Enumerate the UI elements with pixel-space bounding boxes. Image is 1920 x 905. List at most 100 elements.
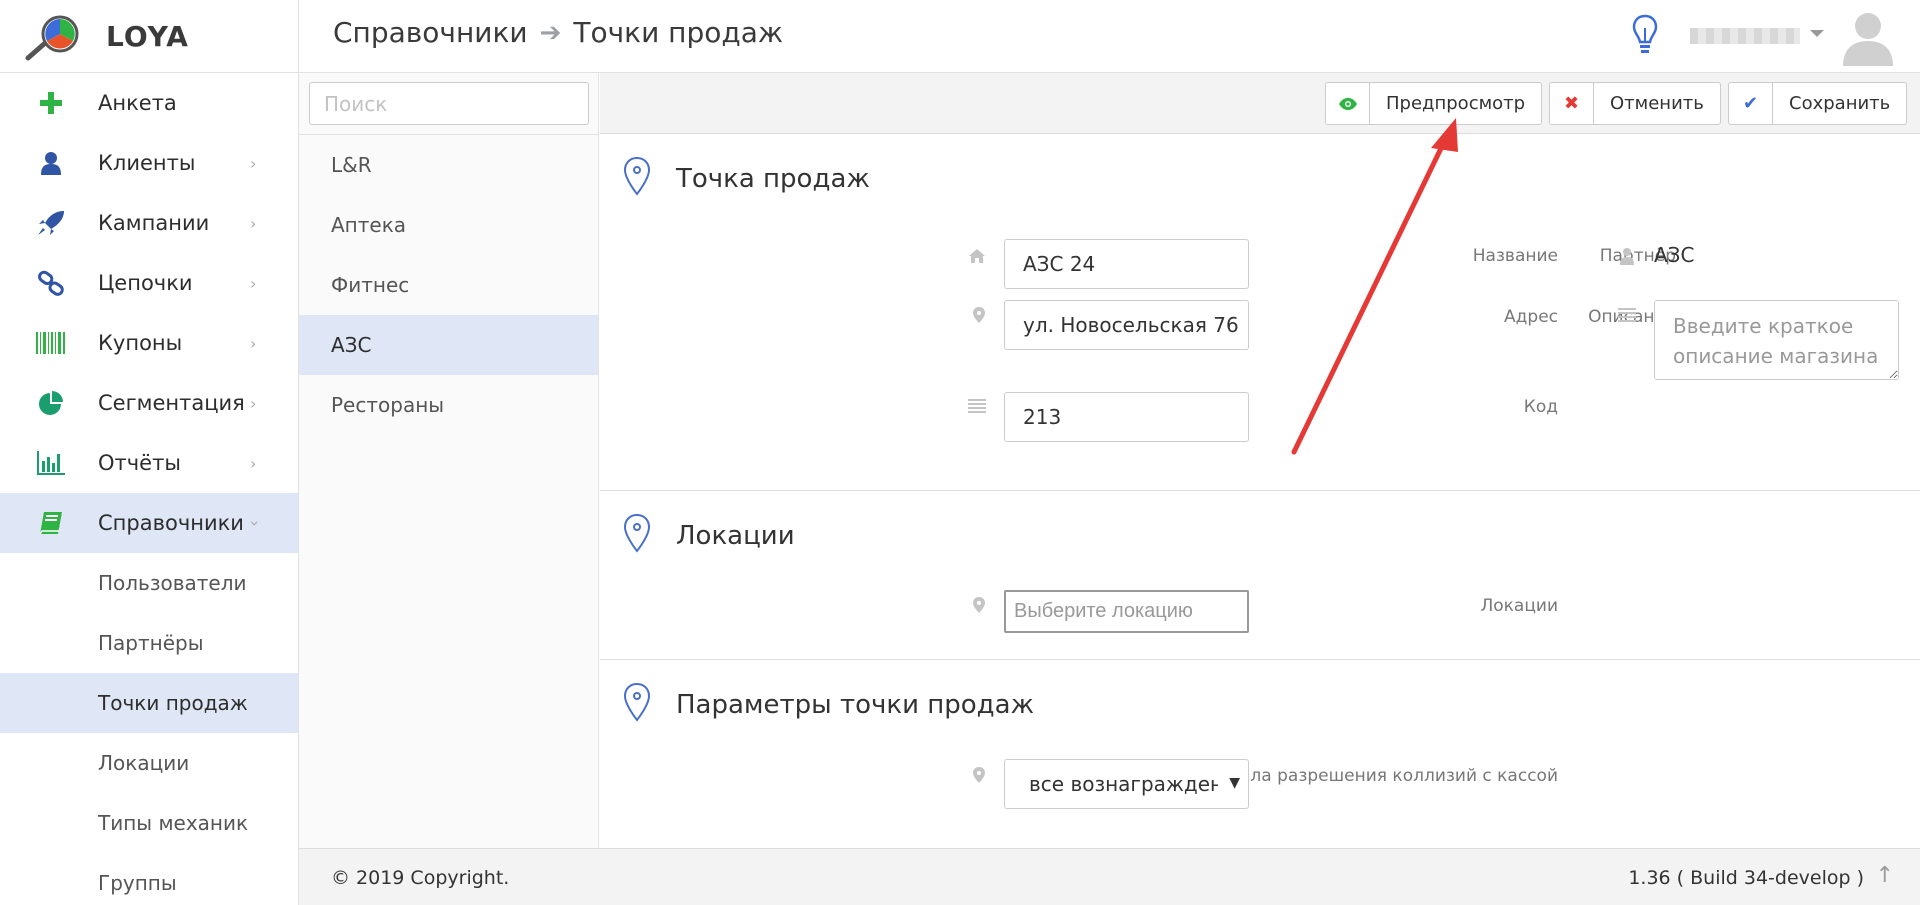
list-item[interactable]: Рестораны — [299, 375, 598, 435]
pie-chart-icon — [36, 390, 66, 416]
breadcrumb-item-directories[interactable]: Справочники — [333, 16, 528, 49]
plus-icon — [36, 90, 66, 116]
section-parameters: Параметры точки продаж Правила разрешени… — [600, 660, 1920, 848]
list-lines-icon — [1618, 308, 1636, 322]
partner-value: АЗС — [1654, 243, 1695, 267]
lightbulb-icon[interactable] — [1632, 14, 1658, 56]
map-marker-icon — [973, 307, 985, 323]
sidebar-item-label: Справочники — [98, 511, 244, 535]
user-name-blurred[interactable] — [1690, 28, 1800, 44]
sidebar-item-reports[interactable]: Отчёты › — [0, 433, 298, 493]
preview-button-label: Предпросмотр — [1386, 93, 1526, 114]
cancel-button[interactable]: ✖ Отменить — [1549, 82, 1721, 125]
sidebar-item-chains[interactable]: Цепочки › — [0, 253, 298, 313]
app-name: LOYA — [106, 20, 189, 53]
locations-label: Локации — [1480, 596, 1558, 616]
toolbar: Предпросмотр ✖ Отменить ✔ Сохранить — [600, 73, 1920, 134]
save-button-label: Сохранить — [1789, 93, 1891, 114]
chevron-right-icon: › — [250, 454, 257, 473]
book-icon — [36, 510, 66, 536]
bar-chart-icon — [36, 450, 66, 476]
chevron-down-icon[interactable] — [1810, 30, 1824, 37]
arrow-up-icon[interactable]: ↑ — [1876, 863, 1894, 888]
save-button[interactable]: ✔ Сохранить — [1728, 82, 1908, 125]
sidebar-subitem-partners[interactable]: Партнёры — [0, 613, 298, 673]
home-icon — [969, 249, 985, 263]
barcode-icon — [36, 330, 66, 356]
chevron-down-icon: › — [245, 520, 265, 527]
sidebar-item-label: Анкета — [98, 91, 177, 115]
search-input[interactable] — [309, 82, 589, 125]
eye-icon — [1326, 83, 1370, 124]
copyright-text: © 2019 Copyright. — [331, 867, 510, 889]
sidebar-subitem-locations[interactable]: Локации — [0, 733, 298, 793]
section-title: Локации — [676, 521, 795, 551]
chevron-right-icon: › — [250, 154, 257, 173]
preview-button[interactable]: Предпросмотр — [1325, 82, 1543, 125]
collision-rules-value: все вознагражден — [1029, 772, 1218, 796]
breadcrumb-item-current: Точки продаж — [573, 16, 784, 49]
map-marker-icon — [973, 597, 985, 613]
section-title: Точка продаж — [676, 164, 870, 194]
list-item[interactable]: Аптека — [299, 195, 598, 255]
section-locations: Локации Локации — [600, 491, 1920, 660]
partner-list-panel: L&R Аптека Фитнес АЗС Рестораны — [299, 73, 599, 848]
user-icon — [36, 150, 66, 176]
sidebar-item-segmentation[interactable]: Сегментация › — [0, 373, 298, 433]
chevron-right-icon: › — [250, 274, 257, 293]
list-item[interactable]: L&R — [299, 135, 598, 195]
avatar[interactable] — [1840, 8, 1896, 66]
chevron-right-icon: › — [250, 214, 257, 233]
partner-list: L&R Аптека Фитнес АЗС Рестораны — [299, 134, 598, 435]
close-icon: ✖ — [1550, 83, 1594, 124]
address-field[interactable] — [1004, 300, 1249, 350]
code-label: Код — [1523, 397, 1558, 417]
section-sale-point: Точка продаж Название Адрес Код Партнёр … — [600, 134, 1920, 491]
user-icon — [1620, 248, 1634, 265]
sidebar-subitem-mechanic-types[interactable]: Типы механик — [0, 793, 298, 853]
top-header: LOYA Справочники ➔ Точки продаж — [0, 0, 1920, 73]
check-icon: ✔ — [1729, 83, 1773, 124]
cancel-button-label: Отменить — [1610, 93, 1704, 114]
sidebar-item-questionnaire[interactable]: Анкета — [0, 73, 298, 133]
map-marker-icon — [623, 513, 651, 553]
sidebar-subitem-sale-points[interactable]: Точки продаж — [0, 673, 298, 733]
map-marker-icon — [973, 767, 985, 783]
sidebar-item-label: Цепочки — [98, 271, 193, 295]
collision-rules-select[interactable]: все вознагражден ▼ — [1004, 759, 1249, 809]
sidebar-item-label: Купоны — [98, 331, 183, 355]
sidebar-subitem-groups[interactable]: Группы — [0, 853, 298, 905]
sidebar-item-label: Кампании — [98, 211, 210, 235]
sidebar-item-label: Клиенты — [98, 151, 196, 175]
link-icon — [36, 270, 66, 296]
version-text: 1.36 ( Build 34-develop ) — [1628, 867, 1864, 889]
list-item[interactable]: АЗС — [299, 315, 598, 375]
logo-icon — [25, 15, 79, 61]
list-lines-icon — [968, 399, 986, 413]
footer: © 2019 Copyright. 1.36 ( Build 34-develo… — [299, 848, 1920, 905]
sidebar-item-directories[interactable]: Справочники › — [0, 493, 298, 553]
sidebar-item-label: Отчёты — [98, 451, 181, 475]
breadcrumb: Справочники ➔ Точки продаж — [333, 16, 783, 49]
section-title: Параметры точки продаж — [676, 690, 1034, 720]
name-field[interactable] — [1004, 239, 1249, 289]
map-marker-icon — [623, 156, 651, 196]
main-content: Точка продаж Название Адрес Код Партнёр … — [600, 134, 1920, 848]
code-field[interactable] — [1004, 392, 1249, 442]
sidebar-item-campaigns[interactable]: Кампании › — [0, 193, 298, 253]
sidebar-item-coupons[interactable]: Купоны › — [0, 313, 298, 373]
sidebar-subitem-users[interactable]: Пользователи — [0, 553, 298, 613]
chevron-right-icon: › — [250, 394, 257, 413]
sidebar-item-clients[interactable]: Клиенты › — [0, 133, 298, 193]
caret-down-icon: ▼ — [1229, 775, 1240, 791]
collision-rules-label: Правила разрешения коллизий с кассой — [1195, 766, 1558, 786]
description-field[interactable] — [1654, 300, 1899, 380]
rocket-icon — [36, 210, 66, 236]
logo-block[interactable]: LOYA — [0, 0, 299, 73]
sidebar: Анкета Клиенты › Кампании › Цепочки › Ку… — [0, 73, 299, 905]
arrow-right-icon: ➔ — [539, 17, 562, 48]
list-item[interactable]: Фитнес — [299, 255, 598, 315]
sidebar-item-label: Сегментация — [98, 391, 245, 415]
location-select-input[interactable] — [1004, 590, 1249, 633]
chevron-right-icon: › — [250, 334, 257, 353]
